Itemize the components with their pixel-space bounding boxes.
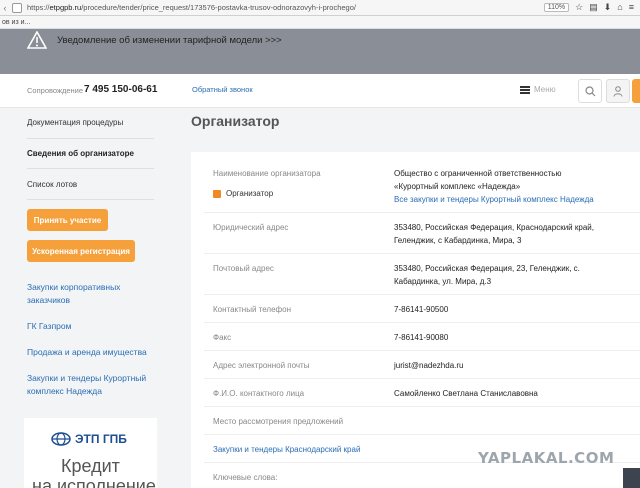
bookmark-item[interactable]: ов из и...: [2, 19, 30, 26]
url-prefix: https://: [27, 3, 50, 12]
url-path: /procedure/tender/price_request/173576-p…: [81, 3, 356, 12]
menu-label: Меню: [534, 85, 556, 94]
url-host: etpgpb.ru: [49, 3, 82, 12]
participate-button[interactable]: Принять участие: [27, 209, 108, 231]
divider: [27, 168, 154, 169]
postal-address-line1: 353480, Российская Федерация, 23, Геленд…: [394, 264, 580, 273]
link-corporate-purchases[interactable]: Закупки корпоративных заказчиков: [27, 281, 162, 307]
banner-credit-text: Кредит: [61, 456, 120, 476]
etp-gpb-banner[interactable]: ЭТП ГПБ Кредит на исполнение: [24, 418, 157, 488]
divider: [27, 199, 154, 200]
bookmark-star-icon[interactable]: ☆: [575, 2, 583, 13]
notice-text[interactable]: Уведомление об изменении тарифной модели…: [57, 35, 282, 46]
divider: [204, 406, 640, 407]
site-header: Сопровождение 7 495 150-06-61 Обратный з…: [0, 74, 640, 108]
etp-gpb-logo: ЭТП ГПБ: [51, 432, 127, 446]
search-icon: [584, 85, 595, 96]
back-icon[interactable]: ‹: [0, 3, 10, 13]
watermark: YAPLAKAL.COM: [478, 449, 615, 467]
region-tenders-link[interactable]: Закупки и тендеры Краснодарский край: [213, 445, 360, 454]
download-icon[interactable]: ⬇: [604, 2, 612, 13]
org-name-label: Наименование организатора: [213, 169, 321, 178]
phone-value: 7-86141-90500: [394, 305, 449, 314]
user-icon: [613, 85, 623, 97]
divider: [204, 294, 640, 295]
legal-address-label: Юридический адрес: [213, 223, 289, 232]
fax-value: 7-86141-90080: [394, 333, 449, 342]
legal-address-line2: Геленджик, с Кабардинка, Мира, 3: [394, 236, 522, 245]
org-name-value-line2: «Курортный комплекс «Надежда»: [394, 182, 521, 191]
page-icon: [12, 2, 22, 13]
express-registration-button[interactable]: Ускоренная регистрация: [27, 240, 135, 262]
globe-logo-icon: [51, 432, 71, 446]
divider: [204, 378, 640, 379]
fax-label: Факс: [213, 333, 232, 342]
link-nadezhda-tenders[interactable]: Закупки и тендеры Курортный комплекс Над…: [27, 372, 162, 398]
tariff-notice-banner[interactable]: Уведомление об изменении тарифной модели…: [0, 29, 640, 74]
divider: [204, 253, 640, 254]
email-label: Адрес электронной почты: [213, 361, 310, 370]
sidebar-item-documentation[interactable]: Документация процедуры: [27, 118, 123, 127]
browser-address-bar: ‹ https://etpgpb.ru/procedure/tender/pri…: [0, 0, 640, 16]
divider: [27, 138, 154, 139]
corner-thumbnail: [623, 468, 640, 488]
divider: [204, 322, 640, 323]
url-field[interactable]: https://etpgpb.ru/procedure/tender/price…: [27, 3, 544, 12]
link-property-sale[interactable]: Продажа и аренда имущества: [27, 346, 162, 359]
banner-execution-text: на исполнение: [32, 476, 156, 488]
divider: [204, 434, 640, 435]
organizer-checkbox-label: Организатор: [226, 189, 274, 198]
banner-logo-text: ЭТП ГПБ: [75, 432, 127, 446]
callback-link[interactable]: Обратный звонок: [192, 85, 253, 94]
menu-button[interactable]: Меню: [520, 85, 556, 94]
support-label: Сопровождение: [27, 86, 84, 95]
home-icon[interactable]: ⌂: [617, 2, 622, 13]
search-button[interactable]: [578, 79, 602, 103]
overflow-menu-icon[interactable]: ≡: [629, 2, 634, 13]
bookmark-bar: ов из и...: [0, 16, 640, 29]
reader-icon[interactable]: ▤: [589, 2, 598, 13]
organizer-card: Наименование организатора Организатор Об…: [191, 152, 640, 488]
org-all-tenders-link[interactable]: Все закупки и тендеры Курортный комплекс…: [394, 194, 594, 206]
zoom-level[interactable]: 110%: [543, 3, 570, 12]
legal-address-line1: 353480, Российская Федерация, Краснодарс…: [394, 223, 594, 232]
org-name-value-line1: Общество с ограниченной ответственностью: [394, 169, 562, 178]
sidebar-item-lots[interactable]: Список лотов: [27, 180, 77, 189]
link-gazprom[interactable]: ГК Газпром: [27, 320, 162, 333]
review-place-label: Место рассмотрения предложений: [213, 417, 344, 426]
login-button[interactable]: [632, 79, 640, 103]
email-value[interactable]: jurist@nadezhda.ru: [394, 360, 464, 372]
account-button[interactable]: [606, 79, 630, 103]
contact-person-value: Самойленко Светлана Станиславовна: [394, 389, 538, 398]
divider: [204, 350, 640, 351]
phone-label: Контактный телефон: [213, 305, 291, 314]
page-title: Организатор: [191, 113, 280, 129]
postal-address-label: Почтовый адрес: [213, 264, 274, 273]
keywords-label: Ключевые слова:: [213, 473, 278, 482]
sidebar-item-organizer[interactable]: Сведения об организаторе: [27, 149, 134, 158]
organizer-checkbox[interactable]: [213, 190, 221, 198]
warning-icon: [27, 31, 47, 49]
hamburger-icon: [520, 85, 530, 94]
postal-address-line2: Кабардинка, ул. Мира, д.3: [394, 277, 492, 286]
support-phone[interactable]: 7 495 150-06-61: [84, 84, 157, 95]
divider: [204, 212, 640, 213]
contact-person-label: Ф.И.О. контактного лица: [213, 389, 305, 398]
